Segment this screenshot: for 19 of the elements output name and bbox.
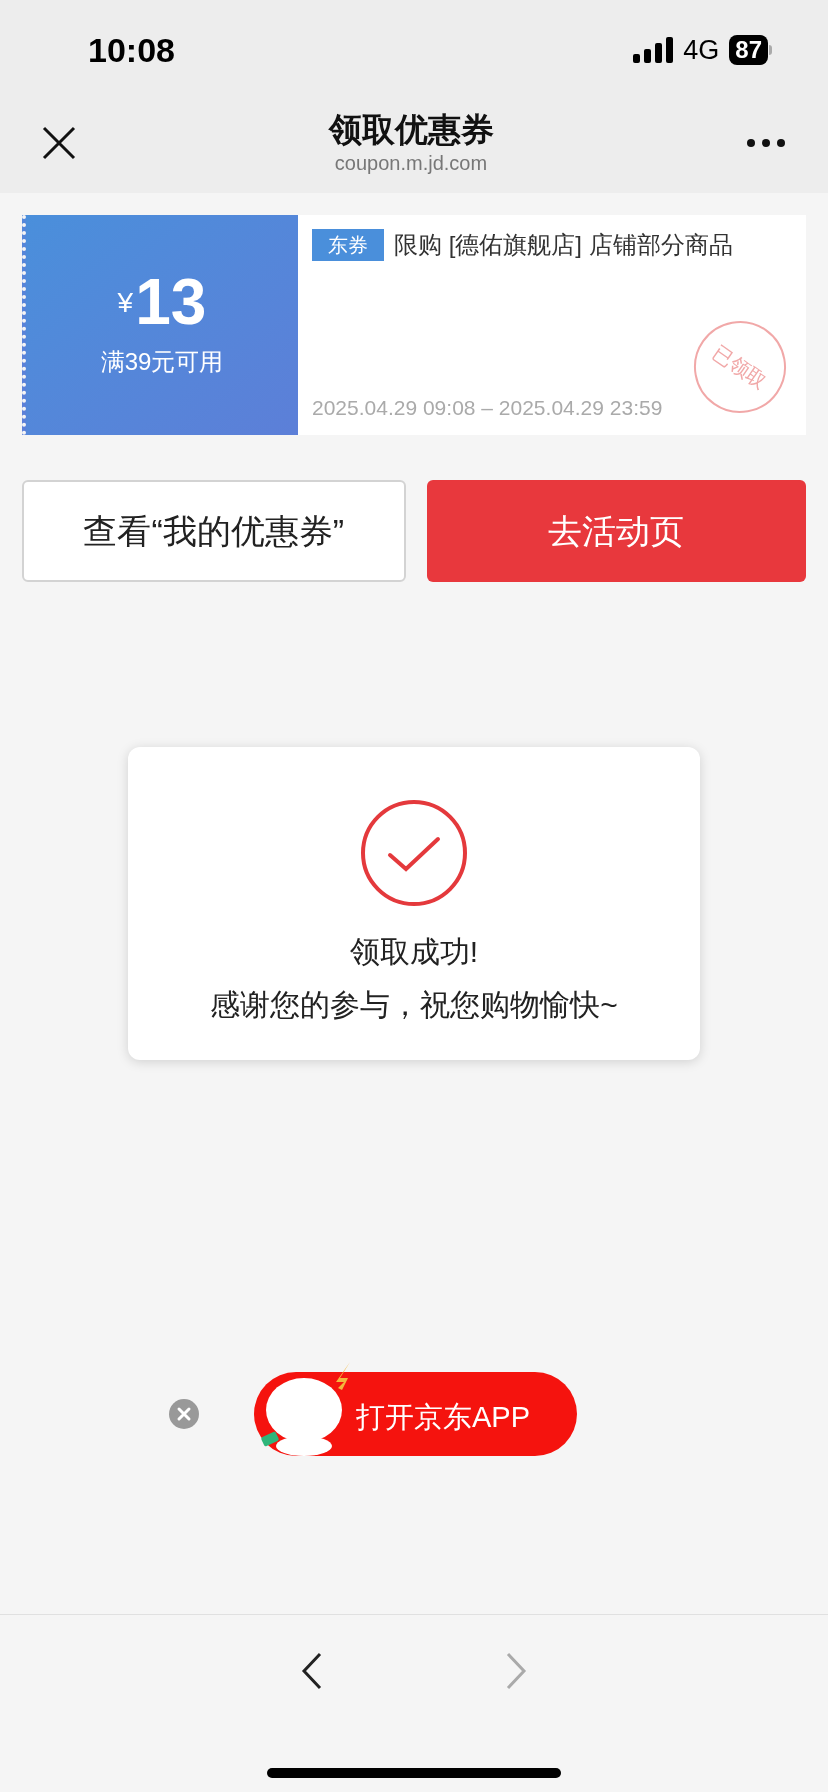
- coupon-description: 限购 [德佑旗舰店] 店铺部分商品: [394, 230, 733, 260]
- close-icon[interactable]: [42, 125, 76, 160]
- back-icon[interactable]: [300, 1651, 324, 1691]
- success-message: 感谢您的参与，祝您购物愉快~: [210, 987, 618, 1023]
- currency-symbol: ¥: [117, 286, 134, 320]
- signal-icon: [633, 37, 674, 63]
- network-label: 4G: [683, 33, 720, 67]
- status-time: 10:08: [88, 29, 175, 71]
- page-title: 领取优惠券: [328, 110, 494, 151]
- more-icon[interactable]: [746, 137, 786, 148]
- page-url: coupon.m.jd.com: [334, 150, 488, 176]
- coupon-condition: 满39元可用: [100, 347, 224, 377]
- my-coupons-button[interactable]: 查看“我的优惠券”: [22, 480, 406, 582]
- coupon-validity: 2025.04.29 09:08 – 2025.04.29 23:59: [312, 394, 664, 421]
- success-title: 领取成功!: [349, 934, 479, 970]
- coupon-amount: 13: [135, 270, 207, 334]
- check-icon: [360, 799, 468, 907]
- coupon-tag: 东券: [312, 229, 384, 261]
- activity-page-button[interactable]: 去活动页: [426, 480, 806, 582]
